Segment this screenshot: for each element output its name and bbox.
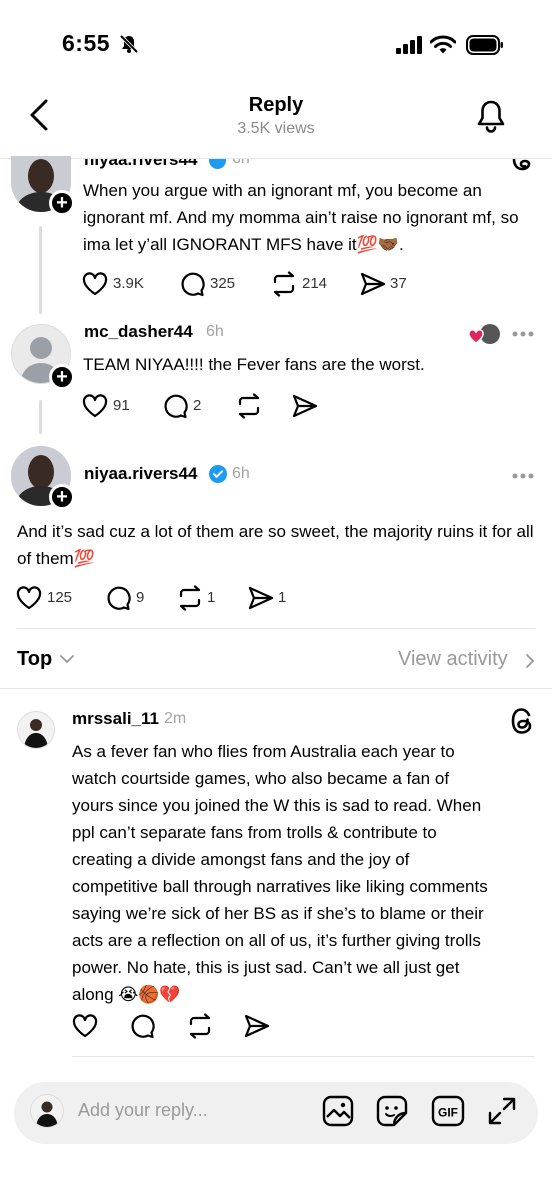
reply-line: acts are a reflection on all of us, it’s… [72,931,481,950]
reply-count: 2 [193,397,202,414]
post-text: TEAM NIYAA!!!! the Fever fans are the wo… [83,355,425,374]
sticker-icon[interactable] [376,1095,408,1127]
gif-icon[interactable]: GIF [431,1095,465,1127]
page-title: Reply [248,94,304,116]
post-time: 6h [232,465,250,482]
repost-icon[interactable] [235,393,263,419]
heart-icon[interactable] [72,1014,98,1038]
post-time: 6h [206,323,224,340]
bell-slash-icon [119,34,139,54]
post-time: 6h [232,159,250,168]
thread-line [39,400,42,434]
send-icon[interactable] [244,1014,270,1038]
reply-count: 325 [210,275,236,292]
reply-line: ppl can’t separate fans from trolls & co… [72,823,437,842]
reply-time: 2m [164,710,187,727]
like-count: 125 [47,589,73,606]
more-icon[interactable] [512,473,534,479]
comment-icon[interactable] [179,271,205,297]
sort-dropdown[interactable]: Top [17,648,52,671]
verified-badge-icon [209,159,226,169]
svg-text:GIF: GIF [438,1106,458,1120]
follow-plus-button[interactable]: + [49,190,75,216]
post-text: And it’s sad cuz a lot of them are so sw… [17,522,534,568]
more-icon[interactable] [512,331,534,337]
repost-icon[interactable] [176,585,204,611]
reply-username[interactable]: mrssali_11 [72,709,159,729]
wifi-icon [430,35,456,54]
reply-line: power. No hate, this is just sad. Can’t … [72,958,460,977]
post-text: When you argue with an ignorant mf, you … [83,181,519,254]
send-icon[interactable] [292,394,318,418]
bell-icon[interactable] [476,99,506,133]
follow-plus-button[interactable]: + [49,484,75,510]
signal-icon [396,36,422,54]
reply-line: along 😭🏀💔 [72,985,181,1004]
like-count: 91 [113,397,130,414]
view-activity-link[interactable]: View activity [398,648,508,671]
liked-by-author-icon [468,324,500,344]
battery-icon [466,35,503,55]
avatar[interactable] [17,711,55,749]
send-icon[interactable] [248,586,274,610]
reply-line: creating a divide amongst fans and the j… [72,850,410,869]
post-username[interactable]: mc_dasher44 [84,322,193,342]
thread-line [39,226,42,314]
follow-plus-button[interactable]: + [49,364,75,390]
reply-line: As a fever fan who flies from Australia … [72,742,455,761]
heart-icon[interactable] [16,586,42,610]
status-time: 6:55 [62,30,111,56]
chevron-down-icon[interactable] [60,655,74,664]
repost-count: 214 [302,275,328,292]
post-username[interactable]: niyaa.rivers44 [84,464,197,484]
reply-line: competitive ball through narratives like… [72,877,488,896]
avatar [30,1094,64,1128]
like-count: 3.9K [113,275,144,292]
repost-icon[interactable] [270,271,298,297]
repost-count: 1 [207,589,216,606]
reply-text: As a fever fan who flies from Australia … [72,738,542,1008]
reply-input[interactable]: Add your reply... [78,1100,208,1121]
reply-line: watch courtside games, who also became a… [72,769,450,788]
chevron-right-icon[interactable] [525,653,535,669]
image-icon[interactable] [322,1095,354,1127]
comment-icon[interactable] [129,1013,155,1039]
share-count: 1 [278,589,287,606]
expand-icon[interactable] [487,1096,517,1126]
heart-icon[interactable] [82,394,108,418]
reply-line: yours since you joined the W this is sad… [72,796,482,815]
comment-icon[interactable] [162,393,188,419]
reply-line: saying we’re sick of her BS as if she’s … [72,904,484,923]
threads-logo-icon [512,159,531,171]
heart-icon[interactable] [82,272,108,296]
post-username[interactable]: niyaa.rivers44 [84,159,197,170]
threads-logo-icon [511,708,532,734]
comment-icon[interactable] [105,585,131,611]
reply-count: 9 [136,589,145,606]
share-count: 37 [390,275,407,292]
verified-badge-icon [209,465,227,483]
view-count: 3.5K views [237,120,315,137]
send-icon[interactable] [360,272,386,296]
repost-icon[interactable] [186,1013,214,1039]
